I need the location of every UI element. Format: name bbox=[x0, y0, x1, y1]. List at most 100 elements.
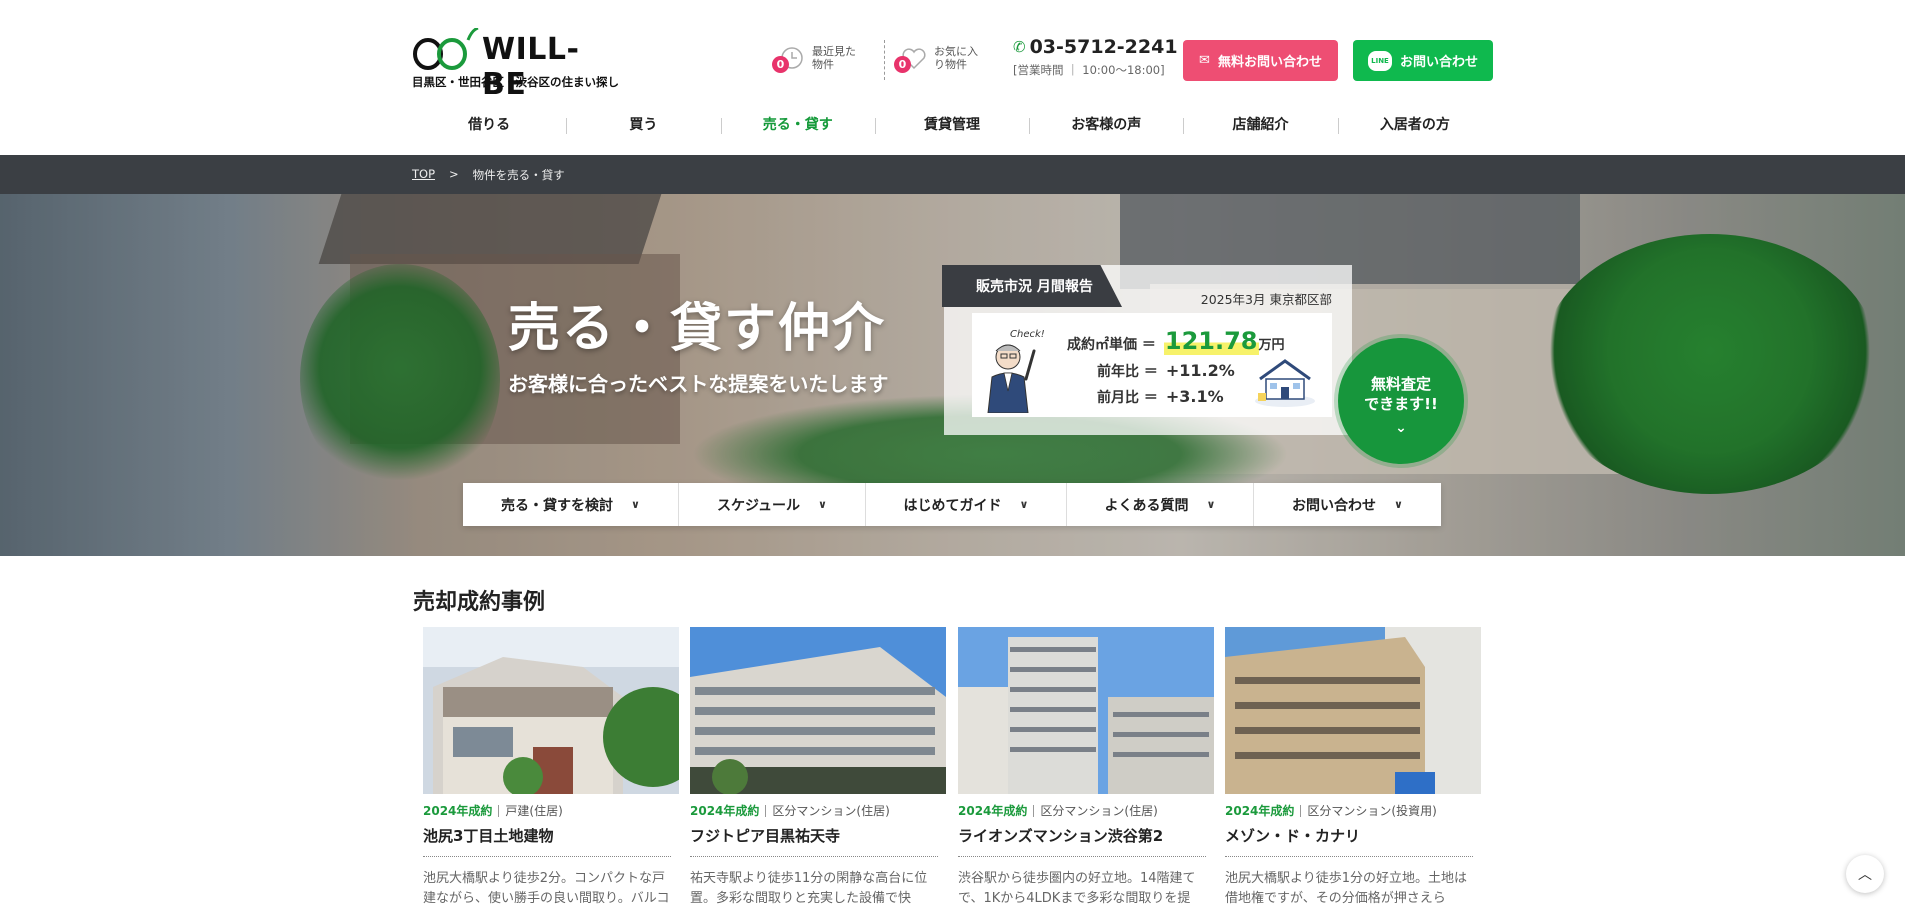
report-row-unit-price: 成約㎡単価 ＝ 121.78 万円 bbox=[1067, 327, 1285, 355]
market-report-body: Check! 成約㎡単価 ＝ 121.78 万円 前年比 ＝ +11.2% 前月… bbox=[972, 313, 1332, 417]
header-divider bbox=[884, 40, 885, 80]
case-type: 区分マンション(住居) bbox=[772, 804, 890, 818]
phone-number: 03-5712-2241 bbox=[1029, 36, 1178, 58]
line-icon: LINE bbox=[1367, 50, 1392, 71]
unit-price-value: 121.78 bbox=[1163, 327, 1259, 355]
tab-faq-label: よくある質問 bbox=[1104, 497, 1189, 514]
section-title: 売却成約事例 bbox=[413, 590, 546, 615]
case-year: 2024年成約 bbox=[958, 804, 1028, 818]
favorite-label: お気に入り物件 bbox=[934, 45, 978, 71]
history-label: 最近見た物件 bbox=[812, 45, 856, 71]
back-to-top-button[interactable]: ︿ bbox=[1846, 855, 1884, 893]
tab-contact[interactable]: お問い合わせ ∨ bbox=[1254, 483, 1441, 526]
free-inquiry-button[interactable]: ✉ 無料お問い合わせ bbox=[1183, 40, 1338, 81]
yoy-value: +11.2% bbox=[1165, 361, 1235, 380]
case-type: 区分マンション(投資用) bbox=[1307, 804, 1437, 818]
nav-buy[interactable]: 買う bbox=[566, 108, 720, 142]
case-card[interactable]: 2024年成約 戸建(住居) 池尻3丁目土地建物 池尻大橋駅より徒歩2分。コンパ… bbox=[423, 627, 679, 909]
case-photo bbox=[1225, 627, 1481, 794]
global-nav: 借りる 買う 売る・貸す 賃貸管理 お客様の声 店舗紹介 入居者の方 bbox=[412, 108, 1492, 142]
report-row-yoy: 前年比 ＝ +11.2% bbox=[1097, 361, 1235, 381]
breadcrumb-top-link[interactable]: TOP bbox=[412, 167, 435, 183]
tab-consider[interactable]: 売る・貸すを検討 ∨ bbox=[463, 483, 679, 526]
businessman-illustration-icon: Check! bbox=[987, 329, 1045, 413]
mom-label: 前月比 ＝ bbox=[1097, 390, 1158, 406]
check-label: Check! bbox=[1010, 329, 1045, 340]
case-type: 戸建(住居) bbox=[505, 804, 563, 818]
case-year: 2024年成約 bbox=[423, 804, 493, 818]
case-description: 池尻大橋駅より徒歩1分の好立地。土地は借地権ですが、その分価格が押さえら bbox=[1225, 871, 1468, 906]
nav-sell-lease[interactable]: 売る・貸す bbox=[720, 108, 875, 142]
chevron-down-icon: ∨ bbox=[1019, 498, 1029, 511]
free-appraisal-line2: できます!! bbox=[1364, 395, 1438, 413]
chevron-down-icon: ⌄ bbox=[1395, 420, 1407, 436]
nav-residents[interactable]: 入居者の方 bbox=[1337, 108, 1492, 142]
case-description: 祐天寺駅より徒歩11分の閑静な高台に位置。多彩な間取りと充実した設備で快 bbox=[690, 871, 928, 906]
case-card[interactable]: 2024年成約 区分マンション(住居) ライオンズマンション渋谷第2 渋谷駅から… bbox=[958, 627, 1214, 909]
chevron-up-icon: ︿ bbox=[1858, 867, 1872, 883]
case-photo bbox=[423, 627, 679, 794]
nav-rent[interactable]: 借りる bbox=[412, 108, 566, 142]
nav-store-info[interactable]: 店舗紹介 bbox=[1183, 108, 1337, 142]
case-card[interactable]: 2024年成約 区分マンション(投資用) メゾン・ド・カナリ 池尻大橋駅より徒歩… bbox=[1225, 627, 1481, 909]
logo-tagline: 目黒区・世田谷区・渋谷区の住まい探し bbox=[412, 75, 619, 89]
hero-subtitle: お客様に合ったベストな提案をいたします bbox=[508, 372, 889, 396]
clock-icon: 0 bbox=[770, 42, 806, 74]
tab-guide-label: はじめてガイド bbox=[903, 497, 1002, 514]
case-description: 渋谷駅から徒歩圏内の好立地。14階建てで、1Kから4LDKまで多彩な間取りを提 bbox=[958, 871, 1196, 906]
case-type: 区分マンション(住居) bbox=[1040, 804, 1158, 818]
report-row-mom: 前月比 ＝ +3.1% bbox=[1097, 387, 1224, 407]
hero-tab-bar: 売る・貸すを検討 ∨ スケジュール ∨ はじめてガイド ∨ よくある質問 ∨ お… bbox=[463, 483, 1441, 526]
hero-title: 売る・貸す仲介 bbox=[508, 299, 887, 359]
free-inquiry-label: 無料お問い合わせ bbox=[1217, 55, 1322, 70]
case-photo bbox=[690, 627, 946, 794]
house-illustration-icon bbox=[1255, 359, 1315, 407]
tab-schedule[interactable]: スケジュール ∨ bbox=[679, 483, 866, 526]
case-card[interactable]: 2024年成約 区分マンション(住居) フジトピア目黒祐天寺 祐天寺駅より徒歩1… bbox=[690, 627, 946, 909]
case-description: 池尻大橋駅より徒歩2分。コンパクトな戸建ながら、使い勝手の良い間取り。バルコ bbox=[423, 871, 670, 906]
tab-contact-label: お問い合わせ bbox=[1292, 497, 1377, 514]
favorites-link[interactable]: 0 お気に入り物件 bbox=[892, 42, 986, 74]
free-appraisal-line1: 無料査定 bbox=[1370, 375, 1431, 393]
breadcrumb-current: 物件を売る・貸す bbox=[472, 168, 565, 182]
market-report-card[interactable]: 販売市況 月間報告 2025年3月 東京都区部 Check! 成約㎡単価 ＝ 1… bbox=[942, 265, 1352, 435]
chevron-down-icon: ∨ bbox=[818, 498, 827, 511]
phone-icon: ✆ bbox=[1013, 38, 1026, 56]
nav-rental-management[interactable]: 賃貸管理 bbox=[874, 108, 1029, 142]
nav-customer-voice[interactable]: お客様の声 bbox=[1029, 108, 1183, 142]
case-name: ライオンズマンション渋谷第2 bbox=[958, 825, 1206, 857]
case-name: メゾン・ド・カナリ bbox=[1225, 825, 1473, 857]
chevron-down-icon: ∨ bbox=[1206, 498, 1216, 511]
case-year: 2024年成約 bbox=[690, 804, 760, 818]
line-inquiry-label: お問い合わせ bbox=[1399, 55, 1478, 70]
yoy-label: 前年比 ＝ bbox=[1097, 364, 1158, 380]
breadcrumb: TOP > 物件を売る・貸す bbox=[0, 155, 1905, 194]
market-report-date: 2025年3月 東京都区部 bbox=[1200, 292, 1332, 307]
mom-value: +3.1% bbox=[1165, 387, 1224, 406]
phone-contact[interactable]: ✆ 03-5712-2241 [営業時間 ｜ 10:00〜18:00] bbox=[1013, 36, 1178, 78]
free-appraisal-badge[interactable]: 無料査定 できます!! ⌄ bbox=[1338, 338, 1464, 464]
history-count-badge: 0 bbox=[772, 56, 789, 73]
case-name: フジトピア目黒祐天寺 bbox=[690, 825, 938, 857]
recently-viewed-link[interactable]: 0 最近見た物件 bbox=[770, 42, 864, 74]
case-photo bbox=[958, 627, 1214, 794]
chevron-down-icon: ∨ bbox=[631, 498, 640, 511]
mail-icon: ✉ bbox=[1199, 53, 1210, 68]
site-header: WILL-BE 目黒区・世田谷区・渋谷区の住まい探し 0 最近見た物件 0 お気… bbox=[0, 0, 1905, 155]
site-logo[interactable]: WILL-BE 目黒区・世田谷区・渋谷区の住まい探し bbox=[412, 26, 622, 102]
business-hours: [営業時間 ｜ 10:00〜18:00] bbox=[1013, 63, 1165, 77]
tab-faq[interactable]: よくある質問 ∨ bbox=[1067, 483, 1254, 526]
logo-text: WILL-BE bbox=[482, 32, 580, 102]
unit-price-label: 成約㎡単価 ＝ bbox=[1067, 337, 1156, 353]
case-year: 2024年成約 bbox=[1225, 804, 1295, 818]
breadcrumb-separator: > bbox=[449, 167, 459, 181]
unit-price-unit: 万円 bbox=[1258, 338, 1285, 353]
logo-mark-icon bbox=[413, 28, 479, 70]
chevron-down-icon: ∨ bbox=[1394, 498, 1403, 511]
market-report-tab: 販売市況 月間報告 bbox=[942, 265, 1122, 307]
tab-guide[interactable]: はじめてガイド ∨ bbox=[866, 483, 1067, 526]
case-name: 池尻3丁目土地建物 bbox=[423, 825, 671, 857]
tab-schedule-label: スケジュール bbox=[717, 497, 801, 514]
favorite-count-badge: 0 bbox=[894, 56, 911, 73]
line-inquiry-button[interactable]: LINE お問い合わせ bbox=[1353, 40, 1493, 81]
